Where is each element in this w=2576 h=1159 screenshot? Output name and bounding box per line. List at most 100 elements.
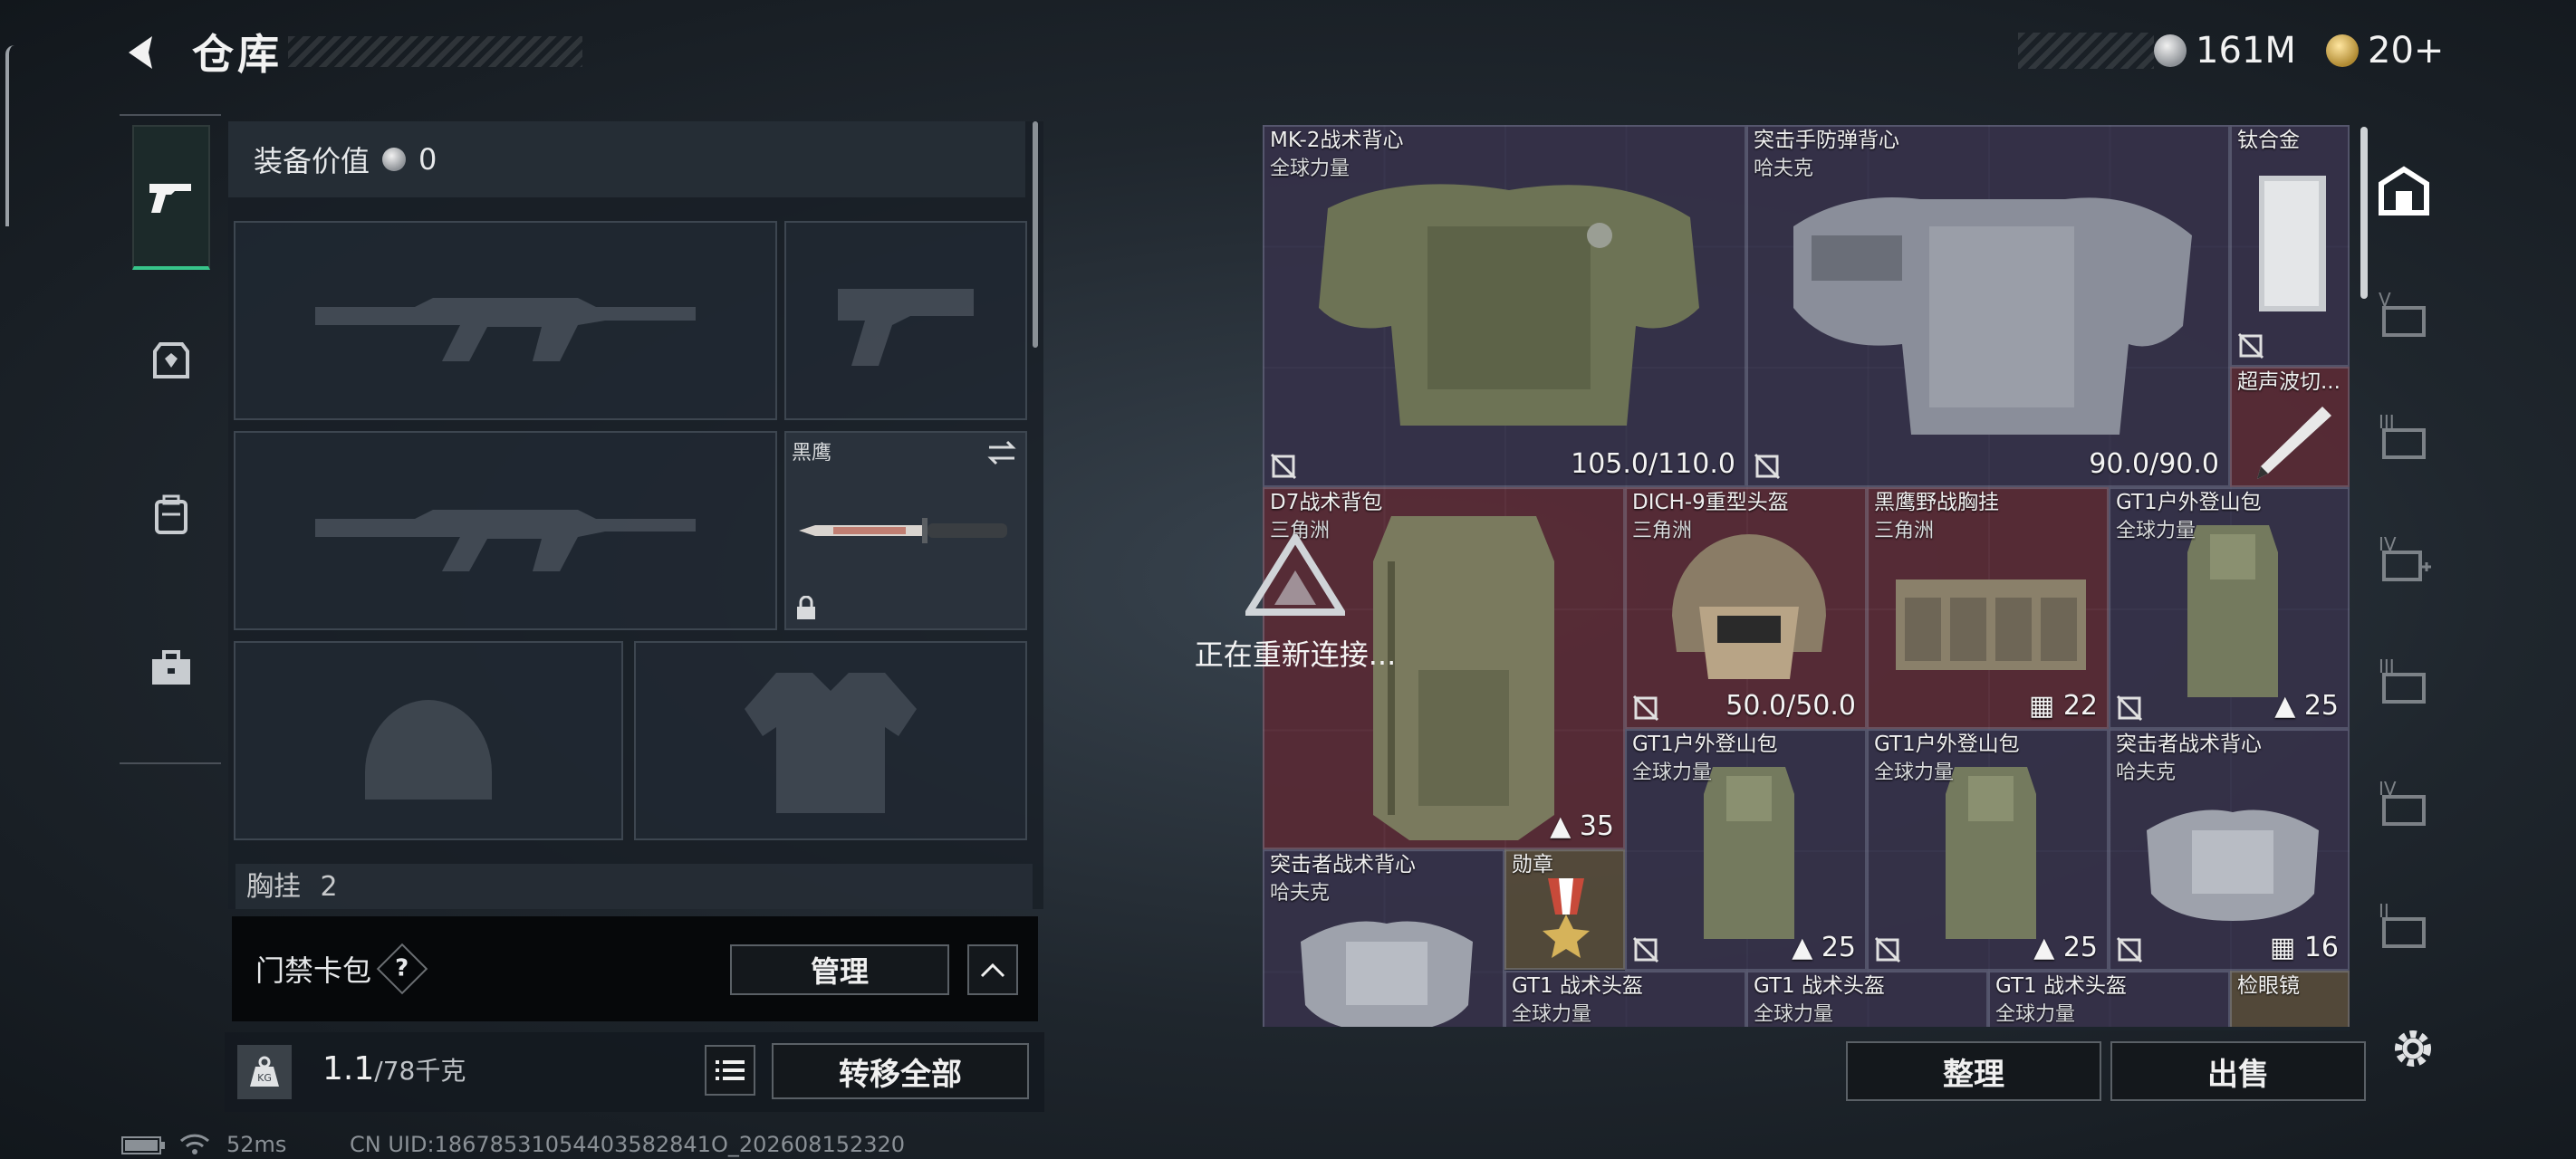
equipment-value-label: 装备价值	[254, 144, 370, 178]
item-capacity: ▦ 16	[2269, 932, 2339, 963]
equipment-scrollbar[interactable]	[1033, 121, 1038, 348]
item-faction: 全球力量	[1754, 1003, 1834, 1026]
backpack-image	[1946, 767, 2036, 939]
item-mk2-vest[interactable]: MK-2战术背心 全球力量 105.0/110.0	[1263, 125, 1746, 487]
vest-image	[2147, 809, 2319, 921]
item-raider-vest[interactable]: 突击者战术背心 哈夫克 ▦ 16	[2109, 729, 2350, 971]
item-name: GT1 战术头盔	[1512, 974, 1643, 998]
no-insure-icon	[2237, 332, 2264, 359]
pistol-placeholder-icon	[838, 289, 974, 366]
item-faction: 全球力量	[1632, 761, 1713, 784]
warehouse-grid: MK-2战术背心 全球力量 105.0/110.0 突击手防弹背心 哈夫克 90…	[1263, 125, 2350, 1027]
chest-rig-image	[1896, 580, 2086, 670]
rail-item-toolbox[interactable]	[132, 596, 210, 741]
capacity-max: /78千克	[374, 1056, 466, 1086]
back-arrow-icon	[129, 36, 152, 69]
rail-item-backpack[interactable]	[132, 442, 210, 587]
item-gt1-helmet[interactable]: GT1 战术头盔 全球力量	[1746, 971, 1988, 1027]
helmet-slot[interactable]	[234, 641, 623, 840]
item-ultrasonic-cutter[interactable]: 超声波切...	[2230, 367, 2350, 487]
item-name: GT1 战术头盔	[1995, 974, 2127, 998]
item-name: GT1户外登山包	[2116, 491, 2262, 514]
loading-logo-icon	[1242, 531, 1349, 616]
item-gt1-helmet[interactable]: GT1 战术头盔 全球力量	[1988, 971, 2230, 1027]
toolbox-icon	[152, 650, 190, 685]
tab-ii[interactable]: II	[2377, 896, 2431, 951]
tab-iv-plus[interactable]: IV	[2377, 530, 2431, 584]
warehouse-panel: MK-2战术背心 全球力量 105.0/110.0 突击手防弹背心 哈夫克 90…	[1263, 125, 2350, 1030]
item-blackhawk-rig[interactable]: 黑鹰野战胸挂 三角洲 ▦ 22	[1867, 487, 2109, 729]
primary-weapon-slot[interactable]	[234, 221, 777, 420]
tab-v[interactable]: V	[2377, 285, 2431, 340]
metal-plate-image	[2259, 176, 2326, 311]
armor-placeholder-icon	[745, 673, 917, 813]
list-view-button[interactable]	[705, 1045, 755, 1096]
tab-iii-b-icon: III	[2379, 656, 2426, 704]
melee-slot[interactable]: 黑鹰	[784, 431, 1027, 630]
helmet-placeholder-icon	[365, 700, 492, 800]
vest-image	[1301, 921, 1473, 1027]
currency-gold-value: 20+	[2368, 30, 2445, 72]
list-icon	[716, 1060, 745, 1080]
help-icon[interactable]: ?	[376, 943, 428, 995]
item-dich9-helmet[interactable]: DICH-9重型头盔 三角洲 50.0/50.0	[1625, 487, 1867, 729]
tab-warehouse[interactable]	[2377, 163, 2431, 217]
warehouse-icon	[2379, 166, 2429, 216]
swap-icon[interactable]	[985, 440, 1018, 465]
sell-button[interactable]: 出售	[2110, 1041, 2366, 1101]
item-faction: 三角洲	[1874, 520, 1935, 542]
ping-text: 52ms	[226, 1132, 287, 1157]
rail-item-weapons[interactable]	[132, 125, 210, 270]
item-titanium[interactable]: 钛合金	[2230, 125, 2350, 367]
gear-icon	[2395, 1030, 2431, 1067]
currency-silver: 161M	[2154, 27, 2296, 74]
item-raider-vest[interactable]: 突击者战术背心 哈夫克	[1263, 849, 1504, 1027]
item-name: GT1 战术头盔	[1754, 974, 1885, 998]
sort-button[interactable]: 整理	[1846, 1041, 2101, 1101]
chest-rig-row[interactable]: 胸挂 2	[235, 864, 1033, 909]
item-gt1-backpack[interactable]: GT1户外登山包 全球力量 ▲ 25	[1625, 729, 1867, 971]
item-ophthalmoscope[interactable]: 检眼镜	[2230, 971, 2350, 1027]
equipment-value: 0	[418, 142, 437, 177]
settings-button[interactable]	[2388, 1023, 2438, 1074]
equipment-panel: 装备价值 0 黑鹰 胸挂 2	[228, 121, 1043, 909]
access-card-bar: 门禁卡包 ? 管理	[232, 916, 1038, 1021]
warehouse-tab-rail: V III IV III IV II	[2362, 127, 2444, 1041]
no-insure-icon	[1632, 694, 1659, 722]
reconnect-overlay: 正在重新连接...	[1177, 531, 1413, 674]
item-faction: 哈夫克	[1270, 882, 1331, 905]
item-gt1-backpack[interactable]: GT1户外登山包 全球力量 ▲ 25	[2109, 487, 2350, 729]
item-gt1-backpack[interactable]: GT1户外登山包 全球力量 ▲ 25	[1867, 729, 2109, 971]
item-grenadier-vest[interactable]: 突击手防弹背心 哈夫克 90.0/90.0	[1746, 125, 2230, 487]
item-faction: 全球力量	[1270, 158, 1350, 180]
tab-iv-b[interactable]: IV	[2377, 774, 2431, 829]
tab-ii-icon: II	[2379, 900, 2426, 948]
tab-iii[interactable]: III	[2377, 407, 2431, 462]
item-name: 黑鹰野战胸挂	[1874, 491, 1999, 514]
item-faction: 全球力量	[2116, 520, 2196, 542]
capacity-bar: KG 1.1/78千克 转移全部	[225, 1032, 1044, 1112]
item-capacity: ▲ 35	[1550, 810, 1614, 842]
collapse-button[interactable]	[967, 944, 1018, 995]
item-medal[interactable]: 勋章	[1504, 849, 1625, 970]
item-name: 超声波切...	[2237, 370, 2341, 394]
capacity-value: 1.1	[322, 1050, 375, 1087]
knife-icon	[799, 518, 1007, 543]
rail-item-armor[interactable]	[132, 288, 210, 433]
no-insure-icon	[1754, 453, 1781, 480]
tab-iv-b-icon: IV	[2379, 778, 2426, 826]
item-faction: 全球力量	[1512, 1003, 1592, 1026]
manage-button[interactable]: 管理	[730, 944, 949, 995]
tab-iii-b[interactable]: III	[2377, 652, 2431, 706]
item-gt1-helmet[interactable]: GT1 战术头盔 全球力量	[1504, 971, 1746, 1027]
pistol-icon	[149, 184, 191, 213]
transfer-all-button[interactable]: 转移全部	[772, 1043, 1029, 1099]
item-durability: 90.0/90.0	[2089, 448, 2219, 480]
pistol-slot[interactable]	[784, 221, 1027, 420]
vest-image	[1319, 184, 1699, 426]
secondary-weapon-slot[interactable]	[234, 431, 777, 630]
back-button[interactable]	[116, 25, 170, 80]
backpack-icon	[155, 494, 187, 534]
item-name: 突击者战术背心	[1270, 853, 1416, 876]
armor-slot[interactable]	[634, 641, 1027, 840]
